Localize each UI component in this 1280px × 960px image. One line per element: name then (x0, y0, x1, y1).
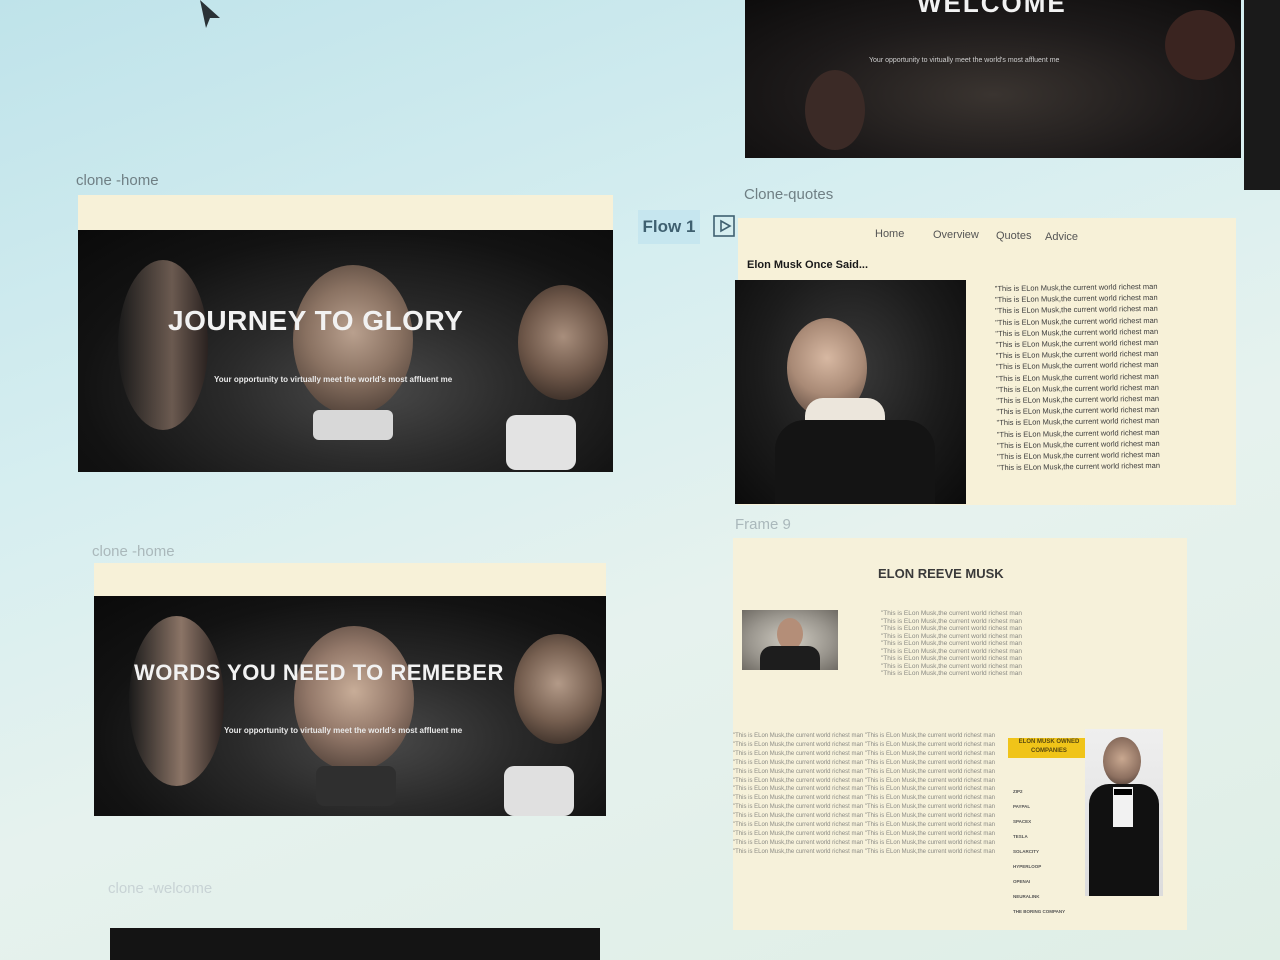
play-frame-icon[interactable] (713, 215, 735, 237)
company-item: TESLA (1013, 834, 1028, 839)
clone-home-frame-2[interactable] (94, 563, 606, 597)
nav-quotes[interactable]: Quotes (996, 230, 1031, 242)
figure-profile-left (118, 260, 208, 430)
window-edge (1244, 0, 1280, 190)
frame9-body-line: "This is ELon Musk,the current world ric… (733, 777, 996, 784)
frame-label-frame-9[interactable]: Frame 9 (735, 516, 791, 533)
hero-title-2: WORDS YOU NEED TO REMEBER (134, 660, 504, 685)
figure-center-shirt-2 (316, 766, 396, 806)
frame9-quote-line: "This is ELon Musk,the current world ric… (881, 610, 1023, 617)
frame9-body-line: "This is ELon Musk,the current world ric… (733, 813, 996, 820)
frame9-body-text: "This is ELon Musk,the current world ric… (733, 732, 995, 857)
figure-right-shirt (506, 415, 576, 470)
company-item: HYPERLOOP (1013, 864, 1042, 869)
frame9-body-line: "This is ELon Musk,the current world ric… (733, 786, 996, 793)
frame9-title: ELON REEVE MUSK (878, 566, 1004, 581)
welcome-subtitle: Your opportunity to virtually meet the w… (869, 57, 1060, 64)
frame9-quote-line: "This is ELon Musk,the current world ric… (881, 617, 1023, 625)
quotes-portrait (735, 280, 966, 504)
frame9-body-line: "This is ELon Musk,the current world ric… (733, 830, 996, 837)
frame9-quote-line: "This is ELon Musk,the current world ric… (881, 655, 1023, 662)
frame9-quote-line: "This is ELon Musk,the current world ric… (881, 640, 1023, 647)
welcome-figure-left (805, 70, 865, 150)
thumbnail-coat (760, 646, 820, 670)
hero-image-1: JOURNEY TO GLORY Your opportunity to vir… (78, 230, 613, 472)
clone-home-frame-1[interactable] (78, 195, 613, 231)
hero-image-2: WORDS YOU NEED TO REMEBER Your opportuni… (94, 596, 606, 816)
quote-line: "This is ELon Musk,the current world ric… (997, 461, 1161, 473)
company-item: ZIP2 (1013, 789, 1023, 794)
figure-right-shirt-2 (504, 766, 574, 816)
frame9-body-line: "This is ELon Musk,the current world ric… (733, 795, 996, 802)
frame9-quote-line: "This is ELon Musk,the current world ric… (881, 647, 1023, 655)
frame9-body-line: "This is ELon Musk,the current world ric… (733, 741, 996, 748)
companies-list: ZIP2 PAYPAL SPACEX TESLA SOLARCITY HYPERLOOP O… (1013, 784, 1065, 919)
frame9-portrait (1085, 729, 1163, 896)
company-item: OPENAI (1013, 879, 1031, 884)
hero-subtitle-1: Your opportunity to virtually meet the w… (214, 375, 453, 384)
frame9-body-line: "This is ELon Musk,the current world ric… (733, 759, 996, 766)
hero-title-1: JOURNEY TO GLORY (168, 305, 464, 336)
frame-label-clone-quotes[interactable]: Clone-quotes (744, 186, 833, 203)
welcome-frame[interactable]: WELCOME Your opportunity to virtually me… (745, 0, 1241, 158)
figure-center-shirt (313, 410, 393, 440)
frame9-body-line: "This is ELon Musk,the current world ric… (733, 750, 996, 757)
bottom-frame-dark[interactable] (110, 928, 600, 960)
flow-1-badge[interactable]: Flow 1 (638, 210, 700, 244)
frame9-thumbnail (742, 610, 838, 670)
company-item: THE BORING COMPANY (1013, 909, 1066, 914)
frame9-portrait-face (1103, 737, 1141, 785)
frame9-bowtie (1114, 789, 1132, 795)
frame-9[interactable]: ELON REEVE MUSK "This is ELon Musk,the c… (733, 538, 1187, 930)
frame-label-clone-home-2[interactable]: clone -home (92, 543, 175, 560)
frame9-quote-line: "This is ELon Musk,the current world ric… (881, 625, 1023, 632)
welcome-figure-right (1165, 10, 1235, 80)
clone-quotes-frame[interactable]: Home Overview Quotes Advice Elon Musk On… (735, 218, 1236, 505)
frame9-body-line: "This is ELon Musk,the current world ric… (733, 768, 996, 775)
frame9-body-line: "This is ELon Musk,the current world ric… (733, 822, 996, 829)
owned-companies-badge: ELON MUSK OWNED COMPANIES (1008, 738, 1090, 758)
figure-right (518, 285, 608, 400)
figure-center (293, 265, 413, 415)
frame9-body-line: "This is ELon Musk,the current world ric… (733, 848, 996, 855)
nav-advice[interactable]: Advice (1045, 231, 1078, 243)
frame9-body-line: "This is ELon Musk,the current world ric… (733, 839, 996, 846)
quotes-heading: Elon Musk Once Said... (747, 259, 869, 271)
figure-profile-left-2 (129, 616, 224, 786)
company-item: NEURALINK (1013, 894, 1040, 899)
hero-subtitle-2: Your opportunity to virtually meet the w… (224, 726, 463, 735)
figure-right-2 (514, 634, 602, 744)
frame9-quote-line: "This is ELon Musk,the current world ric… (881, 632, 1023, 640)
portrait-coat (775, 420, 935, 504)
frame9-body-line: "This is ELon Musk,the current world ric… (733, 733, 996, 739)
company-item: SOLARCITY (1013, 849, 1040, 854)
frame9-quote-line: "This is ELon Musk,the current world ric… (881, 670, 1023, 677)
nav-overview[interactable]: Overview (933, 229, 979, 241)
nav-home[interactable]: Home (875, 228, 904, 240)
frame-label-clone-home-1[interactable]: clone -home (76, 172, 159, 189)
frame9-quotes-list: "This is ELon Musk,the current world ric… (881, 610, 1022, 678)
quotes-list: "This is ELon Musk,the current world ric… (995, 281, 1160, 474)
company-item: SPACEX (1013, 819, 1032, 824)
frame9-quote-line: "This is ELon Musk,the current world ric… (881, 662, 1023, 670)
frame-label-clone-welcome[interactable]: clone -welcome (108, 880, 212, 897)
figure-center-2 (294, 626, 414, 771)
frame9-body-line: "This is ELon Musk,the current world ric… (733, 804, 996, 811)
mouse-cursor-icon (200, 0, 220, 28)
welcome-title: WELCOME (917, 0, 1067, 18)
company-item: PAYPAL (1013, 804, 1031, 809)
